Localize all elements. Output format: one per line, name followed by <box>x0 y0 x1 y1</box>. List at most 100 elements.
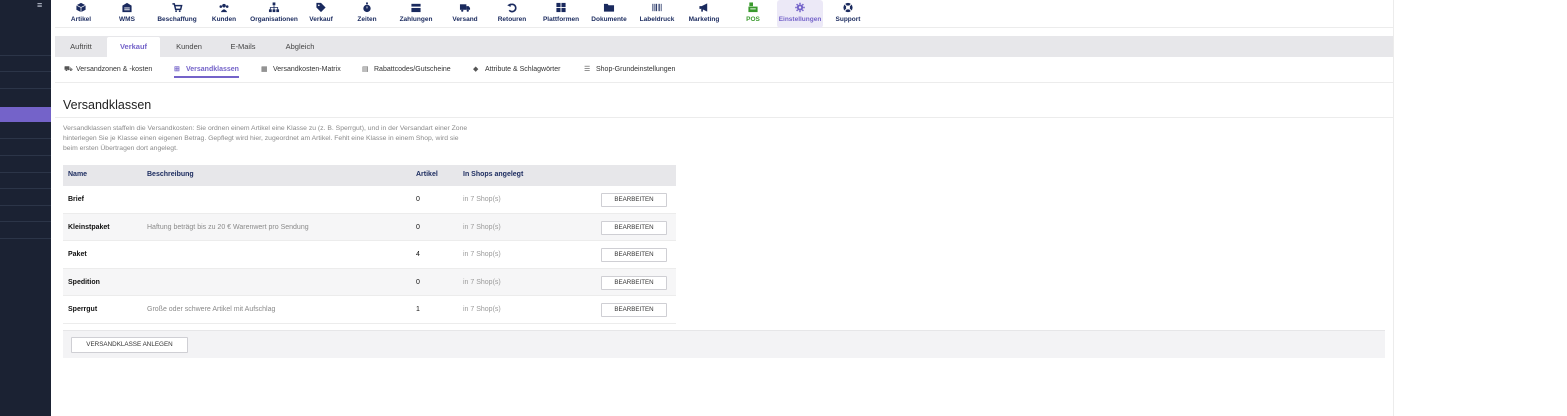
table-row: Brief 0 in 7 Shop(s) BEARBEITEN <box>63 186 676 214</box>
undo-icon <box>507 3 517 13</box>
column-header-artikel: Artikel <box>416 171 438 178</box>
nav-item-pos[interactable]: POS <box>741 0 765 28</box>
article-count: 0 <box>416 223 420 231</box>
gear-icon <box>795 2 805 13</box>
nav-item-retouren[interactable]: Retouren <box>495 0 529 28</box>
sidebar-divider <box>0 221 51 222</box>
subtab-shop-grundeinstellungen[interactable]: ☰ Shop-Grundeinstellungen <box>584 65 676 74</box>
class-name: Brief <box>68 196 84 203</box>
edit-button[interactable]: BEARBEITEN <box>601 303 667 317</box>
class-description: Große oder schwere Artikel mit Aufschlag <box>147 306 276 313</box>
tab-e-mails[interactable]: E-Mails <box>219 37 267 57</box>
nav-item-versand[interactable]: Versand <box>451 0 479 28</box>
primary-tabs: Auftritt Verkauf Kunden E-Mails Abgleich <box>55 36 1393 57</box>
table-row: Paket 4 in 7 Shop(s) BEARBEITEN <box>63 241 676 269</box>
nav-label: Organisationen <box>250 16 298 23</box>
nav-item-kunden[interactable]: Kunden <box>211 0 237 28</box>
subtab-label: Shop-Grundeinstellungen <box>596 65 676 73</box>
hamburger-menu-icon[interactable]: ≡ <box>37 1 42 10</box>
subtab-label: Versandklassen <box>186 65 239 73</box>
sitemap-icon: ⊞ <box>174 66 180 73</box>
shipping-classes-table: Name Beschreibung Artikel In Shops angel… <box>63 165 676 324</box>
subtab-versandklassen[interactable]: ⊞ Versandklassen <box>174 65 239 78</box>
subtab-versandzonen[interactable]: ⛟ Versandzonen & -kosten <box>64 65 152 74</box>
sub-tabs: ⛟ Versandzonen & -kosten ⊞ Versandklasse… <box>55 57 1393 83</box>
article-count: 4 <box>416 251 420 258</box>
top-navigation: Artikel WMS Beschaffung Kunden Organisat… <box>55 0 1393 28</box>
nav-label: Dokumente <box>591 16 627 23</box>
column-header-beschreibung: Beschreibung <box>147 171 194 178</box>
nav-label: Marketing <box>688 16 720 23</box>
nav-item-labeldruck[interactable]: Labeldruck <box>638 0 676 28</box>
ticket-icon: ▤ <box>362 66 369 73</box>
sidebar-divider <box>0 205 51 206</box>
class-name: Paket <box>68 251 87 258</box>
nav-item-wms[interactable]: WMS <box>115 0 139 28</box>
grid-icon <box>556 2 566 13</box>
sidebar-divider <box>0 188 51 189</box>
nav-label: Kunden <box>211 16 237 23</box>
action-bar: VERSANDKLASSE ANLEGEN <box>63 330 1385 358</box>
sidebar-divider <box>0 238 51 239</box>
sidebar-item-active[interactable] <box>0 107 51 122</box>
subtab-label: Versandkosten-Matrix <box>273 65 341 73</box>
users-icon <box>219 3 229 13</box>
nav-label: Retouren <box>497 16 527 23</box>
truck-icon: ⛟ <box>64 66 73 73</box>
nav-item-plattformen[interactable]: Plattformen <box>539 0 583 28</box>
nav-item-einstellungen[interactable]: Einstellungen <box>777 0 823 28</box>
nav-item-zeiten[interactable]: Zeiten <box>355 0 379 28</box>
nav-label: Support <box>835 16 861 23</box>
subtab-attribute[interactable]: ◆ Attribute & Schlagwörter <box>473 65 560 74</box>
shop-count: in 7 Shop(s) <box>463 223 501 231</box>
nav-label: Beschaffung <box>157 16 197 23</box>
shop-count: in 7 Shop(s) <box>463 278 501 286</box>
edit-button[interactable]: BEARBEITEN <box>601 220 667 235</box>
nav-item-support[interactable]: Support <box>833 0 863 28</box>
tab-verkauf[interactable]: Verkauf <box>107 37 160 57</box>
nav-label: POS <box>746 16 760 23</box>
sidebar-divider <box>0 138 51 139</box>
cash-register-icon <box>411 3 421 13</box>
description-line: Versandklassen staffeln die Versandkoste… <box>63 125 468 132</box>
subtab-label: Rabattcodes/Gutscheine <box>374 65 451 73</box>
left-sidebar: ≡ <box>0 0 51 416</box>
tab-auftritt[interactable]: Auftritt <box>59 37 103 57</box>
nav-label: Zahlungen <box>399 16 433 23</box>
tag-icon: ◆ <box>473 66 479 73</box>
folder-icon <box>603 3 615 12</box>
nav-item-beschaffung[interactable]: Beschaffung <box>155 0 199 28</box>
nav-item-verkauf[interactable]: Verkauf <box>308 0 334 28</box>
title-divider <box>55 117 1393 118</box>
column-header-in-shops: In Shops angelegt <box>463 171 524 178</box>
nav-item-marketing[interactable]: Marketing <box>686 0 722 28</box>
edit-button[interactable]: BEARBEITEN <box>601 193 667 207</box>
nav-label: Verkauf <box>309 16 333 23</box>
nav-label: Labeldruck <box>639 16 675 23</box>
nav-item-dokumente[interactable]: Dokumente <box>589 0 629 28</box>
table-row: Sperrgut Große oder schwere Artikel mit … <box>63 296 676 324</box>
nav-label: Artikel <box>70 16 92 23</box>
table-header: Name Beschreibung Artikel In Shops angel… <box>63 165 676 186</box>
tab-kunden[interactable]: Kunden <box>165 37 213 57</box>
class-name: Spedition <box>68 278 100 286</box>
subtab-rabattcodes[interactable]: ▤ Rabattcodes/Gutscheine <box>362 65 451 74</box>
barcode-icon <box>652 3 662 12</box>
shop-count: in 7 Shop(s) <box>463 251 501 258</box>
class-description: Haftung beträgt bis zu 20 € Warenwert pr… <box>147 223 309 231</box>
edit-button[interactable]: BEARBEITEN <box>601 248 667 262</box>
nav-item-artikel[interactable]: Artikel <box>69 0 93 28</box>
nav-item-organisationen[interactable]: Organisationen <box>248 0 300 28</box>
tab-abgleich[interactable]: Abgleich <box>275 37 325 57</box>
description-line: hinterlegen Sie je Klasse einen eigenen … <box>63 135 459 142</box>
nav-label: Einstellungen <box>778 16 822 23</box>
shop-count: in 7 Shop(s) <box>463 306 501 313</box>
sidebar-divider <box>0 88 51 89</box>
subtab-versandkosten-matrix[interactable]: ▦ Versandkosten-Matrix <box>261 65 341 74</box>
edit-button[interactable]: BEARBEITEN <box>601 275 667 290</box>
org-chart-icon <box>268 2 280 13</box>
nav-item-zahlungen[interactable]: Zahlungen <box>397 0 435 28</box>
article-count: 1 <box>416 306 420 313</box>
add-shipping-class-button[interactable]: VERSANDKLASSE ANLEGEN <box>71 337 188 353</box>
stopwatch-icon <box>363 2 371 13</box>
